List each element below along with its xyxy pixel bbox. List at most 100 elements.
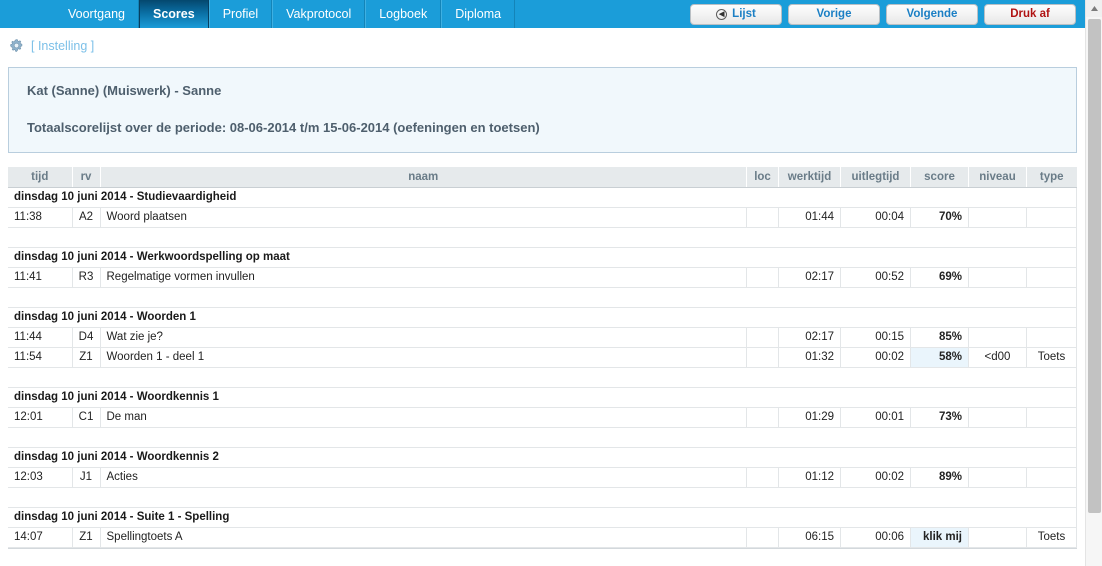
cell-uitlegtijd: 00:01 bbox=[840, 407, 911, 428]
score-action-link[interactable]: klik mij bbox=[910, 527, 969, 548]
cell-type bbox=[1026, 467, 1077, 488]
button-label: Volgende bbox=[906, 8, 958, 20]
group-spacer-row bbox=[8, 367, 1077, 388]
cell-type: Toets bbox=[1026, 347, 1077, 368]
cell-tijd: 11:44 bbox=[8, 327, 73, 348]
cell-tijd: 12:03 bbox=[8, 467, 73, 488]
cell-score[interactable]: 85% bbox=[910, 327, 969, 348]
table-row[interactable]: 11:38 A2 Woord plaatsen 01:44 00:04 70% bbox=[8, 207, 1077, 228]
cell-score[interactable]: 89% bbox=[910, 467, 969, 488]
nav-tab-profiel[interactable]: Profiel bbox=[208, 0, 273, 28]
table-row[interactable]: 12:01 C1 De man 01:29 00:01 73% bbox=[8, 407, 1077, 428]
cell-rv: C1 bbox=[72, 407, 101, 428]
nav-tab-logboek[interactable]: Logboek bbox=[365, 0, 442, 28]
cell-loc bbox=[746, 267, 779, 288]
cell-rv: A2 bbox=[72, 207, 101, 228]
nav-tab-vakprotocol[interactable]: Vakprotocol bbox=[272, 0, 366, 28]
cell-werktijd: 01:32 bbox=[778, 347, 841, 368]
druk-af-button[interactable]: Druk af bbox=[984, 3, 1076, 25]
scrollbar-thumb[interactable] bbox=[1088, 19, 1101, 513]
cell-type bbox=[1026, 407, 1077, 428]
cell-werktijd: 01:12 bbox=[778, 467, 841, 488]
group-spacer-row bbox=[8, 227, 1077, 248]
table-row[interactable]: 14:07 Z1 Spellingtoets A 06:15 00:06 klik mij… bbox=[8, 527, 1077, 548]
table-header-row: tijd rv naam loc werktijd uitlegtijd score nive… bbox=[8, 167, 1077, 188]
column-header-rv[interactable]: rv bbox=[72, 167, 101, 188]
vertical-scrollbar[interactable] bbox=[1085, 0, 1102, 566]
gear-icon[interactable] bbox=[9, 38, 24, 53]
scores-table-container: tijd rv naam loc werktijd uitlegtijd score nive… bbox=[8, 167, 1077, 549]
cell-score[interactable]: 69% bbox=[910, 267, 969, 288]
table-row[interactable]: 11:54 Z1 Woorden 1 - deel 1 01:32 00:02 58% <d… bbox=[8, 347, 1077, 368]
cell-werktijd: 02:17 bbox=[778, 267, 841, 288]
cell-niveau bbox=[968, 467, 1027, 488]
group-title: dinsdag 10 juni 2014 - Woordkennis 2 bbox=[8, 446, 1077, 468]
cell-loc bbox=[746, 527, 779, 548]
column-header-uitlegtijd[interactable]: uitlegtijd bbox=[840, 167, 911, 188]
lijst-button[interactable]: ◀ Lijst bbox=[690, 3, 782, 25]
cell-type bbox=[1026, 327, 1077, 348]
column-header-niveau[interactable]: niveau bbox=[968, 167, 1027, 188]
cell-uitlegtijd: 00:15 bbox=[840, 327, 911, 348]
cell-niveau bbox=[968, 207, 1027, 228]
top-navigation-bar: Voortgang Scores Profiel Vakprotocol Logboek… bbox=[0, 0, 1085, 29]
cell-score[interactable]: 58% bbox=[910, 347, 969, 368]
nav-tab-voortgang[interactable]: Voortgang bbox=[55, 0, 139, 28]
vorige-button[interactable]: Vorige bbox=[788, 3, 880, 25]
spacer-cell bbox=[8, 227, 1077, 248]
spacer-cell bbox=[8, 367, 1077, 388]
cell-loc bbox=[746, 347, 779, 368]
cell-type bbox=[1026, 267, 1077, 288]
cell-loc bbox=[746, 467, 779, 488]
group-header-row: dinsdag 10 juni 2014 - Woordkennis 2 bbox=[8, 446, 1077, 468]
cell-werktijd: 01:44 bbox=[778, 207, 841, 228]
group-header-row: dinsdag 10 juni 2014 - Woorden 1 bbox=[8, 306, 1077, 328]
column-header-werktijd[interactable]: werktijd bbox=[778, 167, 841, 188]
column-header-score[interactable]: score bbox=[910, 167, 969, 188]
column-header-loc[interactable]: loc bbox=[746, 167, 779, 188]
cell-naam: Woord plaatsen bbox=[100, 207, 747, 228]
nav-tab-scores[interactable]: Scores bbox=[139, 0, 209, 28]
table-row[interactable]: 11:41 R3 Regelmatige vormen invullen 02:17 0… bbox=[8, 267, 1077, 288]
cell-naam: Spellingtoets A bbox=[100, 527, 747, 548]
back-arrow-icon: ◀ bbox=[716, 8, 728, 20]
cell-rv: Z1 bbox=[72, 527, 101, 548]
scroll-up-icon[interactable] bbox=[1086, 0, 1102, 17]
nav-tab-list: Voortgang Scores Profiel Vakprotocol Logboek… bbox=[55, 0, 516, 28]
column-header-naam[interactable]: naam bbox=[100, 167, 747, 188]
spacer-cell bbox=[8, 427, 1077, 448]
cell-niveau bbox=[968, 407, 1027, 428]
cell-type bbox=[1026, 207, 1077, 228]
button-label: Vorige bbox=[816, 8, 852, 20]
group-spacer-row bbox=[8, 487, 1077, 508]
instelling-link[interactable]: [ Instelling ] bbox=[31, 39, 94, 53]
cell-niveau: <d00 bbox=[968, 347, 1027, 368]
column-header-type[interactable]: type bbox=[1026, 167, 1077, 188]
scores-table-body: dinsdag 10 juni 2014 - Studievaardigheid… bbox=[8, 186, 1077, 548]
group-title: dinsdag 10 juni 2014 - Suite 1 - Spellin… bbox=[8, 506, 1077, 528]
cell-score[interactable]: 70% bbox=[910, 207, 969, 228]
cell-type: Toets bbox=[1026, 527, 1077, 548]
scores-table: tijd rv naam loc werktijd uitlegtijd score nive… bbox=[8, 167, 1077, 548]
cell-naam: Woorden 1 - deel 1 bbox=[100, 347, 747, 368]
cell-loc bbox=[746, 407, 779, 428]
cell-naam: Wat zie je? bbox=[100, 327, 747, 348]
report-info-panel: Kat (Sanne) (Muiswerk) - Sanne Totaalsco… bbox=[8, 67, 1077, 153]
cell-rv: J1 bbox=[72, 467, 101, 488]
group-title: dinsdag 10 juni 2014 - Werkwoordspelling… bbox=[8, 246, 1077, 268]
scores-table-head: tijd rv naam loc werktijd uitlegtijd score nive… bbox=[8, 167, 1077, 188]
cell-score[interactable]: 73% bbox=[910, 407, 969, 428]
nav-tab-diploma[interactable]: Diploma bbox=[441, 0, 516, 28]
group-spacer-row bbox=[8, 287, 1077, 308]
cell-naam: Acties bbox=[100, 467, 747, 488]
column-header-tijd[interactable]: tijd bbox=[8, 167, 73, 188]
volgende-button[interactable]: Volgende bbox=[886, 3, 978, 25]
group-header-row: dinsdag 10 juni 2014 - Suite 1 - Spellin… bbox=[8, 506, 1077, 528]
application-window: Voortgang Scores Profiel Vakprotocol Logboek… bbox=[0, 0, 1102, 566]
table-row[interactable]: 12:03 J1 Acties 01:12 00:02 89% bbox=[8, 467, 1077, 488]
cell-tijd: 11:41 bbox=[8, 267, 73, 288]
cell-uitlegtijd: 00:52 bbox=[840, 267, 911, 288]
table-row[interactable]: 11:44 D4 Wat zie je? 02:17 00:15 85% bbox=[8, 327, 1077, 348]
spacer-cell bbox=[8, 287, 1077, 308]
